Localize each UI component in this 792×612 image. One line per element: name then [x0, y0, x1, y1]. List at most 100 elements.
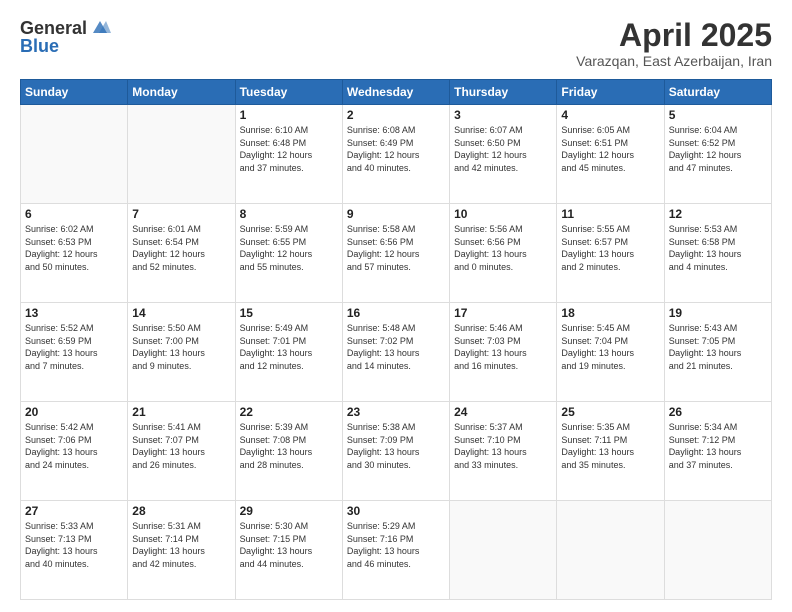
day-number: 6 [25, 207, 123, 221]
day-number: 18 [561, 306, 659, 320]
day-number: 4 [561, 108, 659, 122]
calendar-cell [664, 501, 771, 600]
calendar-cell: 21 Sunrise: 5:41 AMSunset: 7:07 PMDayligh… [128, 402, 235, 501]
day-number: 12 [669, 207, 767, 221]
day-number: 25 [561, 405, 659, 419]
day-number: 19 [669, 306, 767, 320]
calendar-cell: 16Sunrise: 5:48 AMSunset: 7:02 PMDayligh… [342, 303, 449, 402]
calendar-cell: 18 Sunrise: 5:45 AMSunset: 7:04 PMDayligh… [557, 303, 664, 402]
cell-content: Sunrise: 5:41 AMSunset: 7:07 PMDaylight:… [132, 421, 230, 471]
day-number: 24 [454, 405, 552, 419]
day-number: 21 [132, 405, 230, 419]
calendar-cell: 13 Sunrise: 5:52 AMSunset: 6:59 PMDayligh… [21, 303, 128, 402]
weekday-header-friday: Friday [557, 80, 664, 105]
day-number: 5 [669, 108, 767, 122]
cell-content: Sunrise: 5:53 AMSunset: 6:58 PMDaylight:… [669, 223, 767, 273]
cell-content: Sunrise: 6:04 AMSunset: 6:52 PMDaylight:… [669, 124, 767, 174]
calendar-cell [450, 501, 557, 600]
cell-content: Sunrise: 5:39 AMSunset: 7:08 PMDaylight:… [240, 421, 338, 471]
cell-content: Sunrise: 5:49 AMSunset: 7:01 PMDaylight:… [240, 322, 338, 372]
day-number: 2 [347, 108, 445, 122]
day-number: 23 [347, 405, 445, 419]
calendar-cell: 27Sunrise: 5:33 AMSunset: 7:13 PMDayligh… [21, 501, 128, 600]
weekday-header-sunday: Sunday [21, 80, 128, 105]
weekday-header-wednesday: Wednesday [342, 80, 449, 105]
cell-content: Sunrise: 5:45 AMSunset: 7:04 PMDaylight:… [561, 322, 659, 372]
day-number: 7 [132, 207, 230, 221]
day-number: 28 [132, 504, 230, 518]
cell-content: Sunrise: 5:43 AMSunset: 7:05 PMDaylight:… [669, 322, 767, 372]
day-number: 16 [347, 306, 445, 320]
day-number: 10 [454, 207, 552, 221]
title-block: April 2025 Varazqan, East Azerbaijan, Ir… [576, 18, 772, 69]
cell-content: Sunrise: 6:07 AMSunset: 6:50 PMDaylight:… [454, 124, 552, 174]
cell-content: Sunrise: 5:29 AMSunset: 7:16 PMDaylight:… [347, 520, 445, 570]
weekday-header-monday: Monday [128, 80, 235, 105]
cell-content: Sunrise: 5:42 AMSunset: 7:06 PMDaylight:… [25, 421, 123, 471]
calendar-cell: 29Sunrise: 5:30 AMSunset: 7:15 PMDayligh… [235, 501, 342, 600]
day-number: 22 [240, 405, 338, 419]
title-location: Varazqan, East Azerbaijan, Iran [576, 53, 772, 69]
cell-content: Sunrise: 5:35 AMSunset: 7:11 PMDaylight:… [561, 421, 659, 471]
logo-blue-text: Blue [20, 36, 59, 57]
calendar-table: SundayMondayTuesdayWednesdayThursdayFrid… [20, 79, 772, 600]
weekday-header-thursday: Thursday [450, 80, 557, 105]
weekday-header-tuesday: Tuesday [235, 80, 342, 105]
calendar-cell: 19 Sunrise: 5:43 AMSunset: 7:05 PMDayligh… [664, 303, 771, 402]
day-number: 14 [132, 306, 230, 320]
calendar-cell: 9Sunrise: 5:58 AMSunset: 6:56 PMDaylight… [342, 204, 449, 303]
cell-content: Sunrise: 6:01 AMSunset: 6:54 PMDaylight:… [132, 223, 230, 273]
cell-content: Sunrise: 5:37 AMSunset: 7:10 PMDaylight:… [454, 421, 552, 471]
calendar-cell: 22 Sunrise: 5:39 AMSunset: 7:08 PMDayligh… [235, 402, 342, 501]
calendar-cell: 12 Sunrise: 5:53 AMSunset: 6:58 PMDayligh… [664, 204, 771, 303]
calendar-cell: 7 Sunrise: 6:01 AMSunset: 6:54 PMDaylight… [128, 204, 235, 303]
cell-content: Sunrise: 5:59 AMSunset: 6:55 PMDaylight:… [240, 223, 338, 273]
calendar-cell [128, 105, 235, 204]
calendar-cell: 26Sunrise: 5:34 AMSunset: 7:12 PMDayligh… [664, 402, 771, 501]
calendar-cell: 11 Sunrise: 5:55 AMSunset: 6:57 PMDayligh… [557, 204, 664, 303]
cell-content: Sunrise: 5:46 AMSunset: 7:03 PMDaylight:… [454, 322, 552, 372]
calendar-week-1: 1 Sunrise: 6:10 AMSunset: 6:48 PMDaylight… [21, 105, 772, 204]
calendar-week-2: 6Sunrise: 6:02 AMSunset: 6:53 PMDaylight… [21, 204, 772, 303]
weekday-header-row: SundayMondayTuesdayWednesdayThursdayFrid… [21, 80, 772, 105]
calendar-cell: 4Sunrise: 6:05 AMSunset: 6:51 PMDaylight… [557, 105, 664, 204]
calendar-cell: 6Sunrise: 6:02 AMSunset: 6:53 PMDaylight… [21, 204, 128, 303]
day-number: 26 [669, 405, 767, 419]
day-number: 30 [347, 504, 445, 518]
cell-content: Sunrise: 5:50 AMSunset: 7:00 PMDaylight:… [132, 322, 230, 372]
calendar-cell: 20 Sunrise: 5:42 AMSunset: 7:06 PMDayligh… [21, 402, 128, 501]
page: General Blue April 2025 Varazqan, East A… [0, 0, 792, 612]
day-number: 15 [240, 306, 338, 320]
calendar-cell: 23 Sunrise: 5:38 AMSunset: 7:09 PMDayligh… [342, 402, 449, 501]
cell-content: Sunrise: 5:33 AMSunset: 7:13 PMDaylight:… [25, 520, 123, 570]
day-number: 13 [25, 306, 123, 320]
calendar-cell: 30 Sunrise: 5:29 AMSunset: 7:16 PMDayligh… [342, 501, 449, 600]
title-month: April 2025 [576, 18, 772, 53]
calendar-cell: 28 Sunrise: 5:31 AMSunset: 7:14 PMDayligh… [128, 501, 235, 600]
weekday-header-saturday: Saturday [664, 80, 771, 105]
header: General Blue April 2025 Varazqan, East A… [20, 18, 772, 69]
calendar-week-5: 27Sunrise: 5:33 AMSunset: 7:13 PMDayligh… [21, 501, 772, 600]
day-number: 11 [561, 207, 659, 221]
calendar-cell: 10Sunrise: 5:56 AMSunset: 6:56 PMDayligh… [450, 204, 557, 303]
calendar-cell: 5 Sunrise: 6:04 AMSunset: 6:52 PMDaylight… [664, 105, 771, 204]
calendar-cell: 2 Sunrise: 6:08 AMSunset: 6:49 PMDaylight… [342, 105, 449, 204]
cell-content: Sunrise: 5:52 AMSunset: 6:59 PMDaylight:… [25, 322, 123, 372]
calendar-cell: 15 Sunrise: 5:49 AMSunset: 7:01 PMDayligh… [235, 303, 342, 402]
calendar-cell: 14 Sunrise: 5:50 AMSunset: 7:00 PMDayligh… [128, 303, 235, 402]
cell-content: Sunrise: 5:31 AMSunset: 7:14 PMDaylight:… [132, 520, 230, 570]
cell-content: Sunrise: 5:55 AMSunset: 6:57 PMDaylight:… [561, 223, 659, 273]
cell-content: Sunrise: 6:08 AMSunset: 6:49 PMDaylight:… [347, 124, 445, 174]
calendar-cell: 8Sunrise: 5:59 AMSunset: 6:55 PMDaylight… [235, 204, 342, 303]
logo: General Blue [20, 18, 111, 57]
calendar-week-3: 13 Sunrise: 5:52 AMSunset: 6:59 PMDayligh… [21, 303, 772, 402]
calendar-cell [557, 501, 664, 600]
day-number: 20 [25, 405, 123, 419]
day-number: 1 [240, 108, 338, 122]
day-number: 9 [347, 207, 445, 221]
cell-content: Sunrise: 6:10 AMSunset: 6:48 PMDaylight:… [240, 124, 338, 174]
logo-icon [89, 19, 111, 37]
cell-content: Sunrise: 5:38 AMSunset: 7:09 PMDaylight:… [347, 421, 445, 471]
calendar-cell: 25 Sunrise: 5:35 AMSunset: 7:11 PMDayligh… [557, 402, 664, 501]
calendar-week-4: 20 Sunrise: 5:42 AMSunset: 7:06 PMDayligh… [21, 402, 772, 501]
